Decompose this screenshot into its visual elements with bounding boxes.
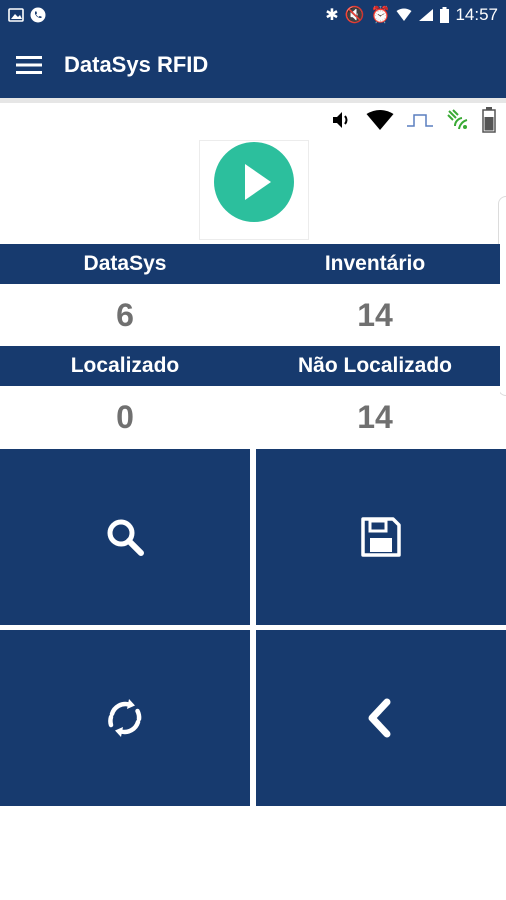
save-icon bbox=[361, 517, 401, 557]
status-notifications bbox=[8, 7, 46, 23]
search-button[interactable] bbox=[0, 449, 250, 625]
play-icon bbox=[245, 164, 271, 200]
nao-localizado-value: 14 bbox=[357, 399, 393, 435]
refresh-button[interactable] bbox=[0, 630, 250, 806]
datasys-value: 6 bbox=[116, 297, 134, 333]
stats-value-row-2: 0 14 bbox=[0, 386, 500, 448]
play-button[interactable] bbox=[214, 142, 294, 222]
save-button[interactable] bbox=[256, 449, 506, 625]
menu-icon bbox=[16, 56, 42, 74]
status-time: 14:57 bbox=[455, 5, 498, 24]
battery-status-icon bbox=[440, 7, 450, 23]
localizado-value: 0 bbox=[116, 399, 134, 435]
stats-value-row-1: 6 14 bbox=[0, 284, 500, 346]
bluetooth-icon: ✱ bbox=[325, 7, 339, 24]
mute-icon: 🔇 bbox=[344, 7, 365, 24]
inventario-label: Inventário bbox=[324, 252, 426, 275]
gallery-icon bbox=[8, 8, 24, 22]
wifi-icon[interactable] bbox=[366, 109, 394, 131]
reader-indicators bbox=[330, 106, 496, 134]
search-icon bbox=[107, 519, 144, 556]
app-bar-shadow bbox=[0, 98, 506, 103]
refresh-icon bbox=[108, 699, 142, 737]
menu-button[interactable] bbox=[12, 50, 46, 80]
chevron-left-icon bbox=[368, 698, 391, 738]
status-bar: ✱ 🔇 ⏰ 14:57 bbox=[0, 0, 506, 32]
inventario-value: 14 bbox=[357, 297, 393, 333]
wifi-status-icon bbox=[396, 8, 412, 21]
datasys-label: DataSys bbox=[83, 252, 167, 275]
nao-localizado-label: Não Localizado bbox=[297, 354, 453, 377]
alarm-icon: ⏰ bbox=[370, 7, 391, 24]
stats-header-row-2: Localizado Não Localizado bbox=[0, 346, 500, 386]
status-system: ✱ 🔇 ⏰ 14:57 bbox=[325, 5, 498, 25]
localizado-label: Localizado bbox=[70, 354, 180, 377]
trigger-icon bbox=[407, 114, 433, 127]
volume-icon[interactable] bbox=[330, 108, 354, 132]
battery-icon bbox=[482, 107, 496, 133]
app-bar: DataSys RFID bbox=[0, 32, 506, 98]
back-button[interactable] bbox=[256, 630, 506, 806]
stats-header-row-1: DataSys Inventário bbox=[0, 244, 500, 284]
rfid-signal-icon bbox=[447, 109, 468, 130]
phone-icon bbox=[30, 7, 46, 23]
signal-icon bbox=[419, 9, 434, 21]
app-title: DataSys RFID bbox=[64, 52, 209, 77]
play-panel bbox=[199, 140, 309, 240]
